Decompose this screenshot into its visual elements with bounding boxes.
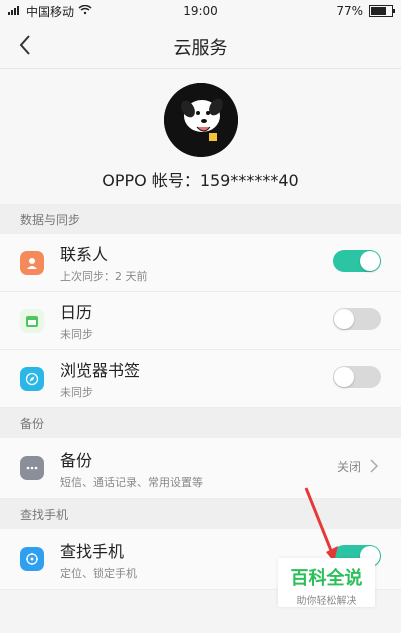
battery-icon — [369, 5, 395, 17]
sync-row-bookmarks[interactable]: 浏览器书签 未同步 — [0, 350, 401, 408]
watermark-logo: 百科全说 助你轻松解决 — [278, 558, 375, 607]
calendar-icon — [20, 308, 44, 333]
contacts-label: 联系人 — [60, 245, 109, 264]
calendar-label: 日历 — [60, 303, 93, 322]
backup-status: 关闭 — [336, 460, 361, 474]
section-header-backup: 备份 — [0, 408, 401, 438]
backup-description: 短信、通话记录、常用设置等 — [60, 475, 203, 489]
backup-icon — [20, 456, 44, 480]
calendar-sync-status: 未同步 — [60, 328, 93, 341]
bookmarks-label: 浏览器书签 — [60, 361, 141, 380]
calendar-toggle[interactable] — [333, 308, 381, 330]
title-bar: 云服务 — [0, 22, 401, 69]
profile-section: OPPO 帐号：159******40 — [0, 69, 401, 204]
sync-row-calendar[interactable]: 日历 未同步 — [0, 292, 401, 350]
bookmarks-toggle[interactable] — [333, 366, 381, 388]
annotation-arrow — [304, 487, 338, 562]
browser-bookmarks-icon — [20, 366, 44, 391]
status-bar: 中国移动 19:00 77% — [0, 0, 401, 22]
page-title: 云服务 — [173, 38, 228, 59]
find-phone-icon — [20, 547, 44, 571]
clock: 19:00 — [183, 4, 218, 18]
avatar[interactable] — [163, 83, 238, 157]
bookmarks-sync-status: 未同步 — [60, 386, 93, 399]
contacts-toggle[interactable] — [333, 250, 381, 272]
chevron-right-icon — [369, 458, 379, 474]
findphone-description: 定位、锁定手机 — [60, 566, 137, 580]
watermark-subtitle: 助你轻松解决 — [296, 596, 357, 607]
contacts-icon — [20, 250, 44, 275]
findphone-label: 查找手机 — [60, 541, 125, 561]
contacts-sync-status: 上次同步：2 天前 — [60, 270, 148, 283]
section-header-sync: 数据与同步 — [0, 204, 401, 234]
sync-row-contacts[interactable]: 联系人 上次同步：2 天前 — [0, 234, 401, 292]
account-label: OPPO 帐号：159******40 — [102, 171, 299, 190]
watermark-title: 百科全说 — [290, 568, 363, 589]
backup-label: 备份 — [60, 450, 93, 470]
